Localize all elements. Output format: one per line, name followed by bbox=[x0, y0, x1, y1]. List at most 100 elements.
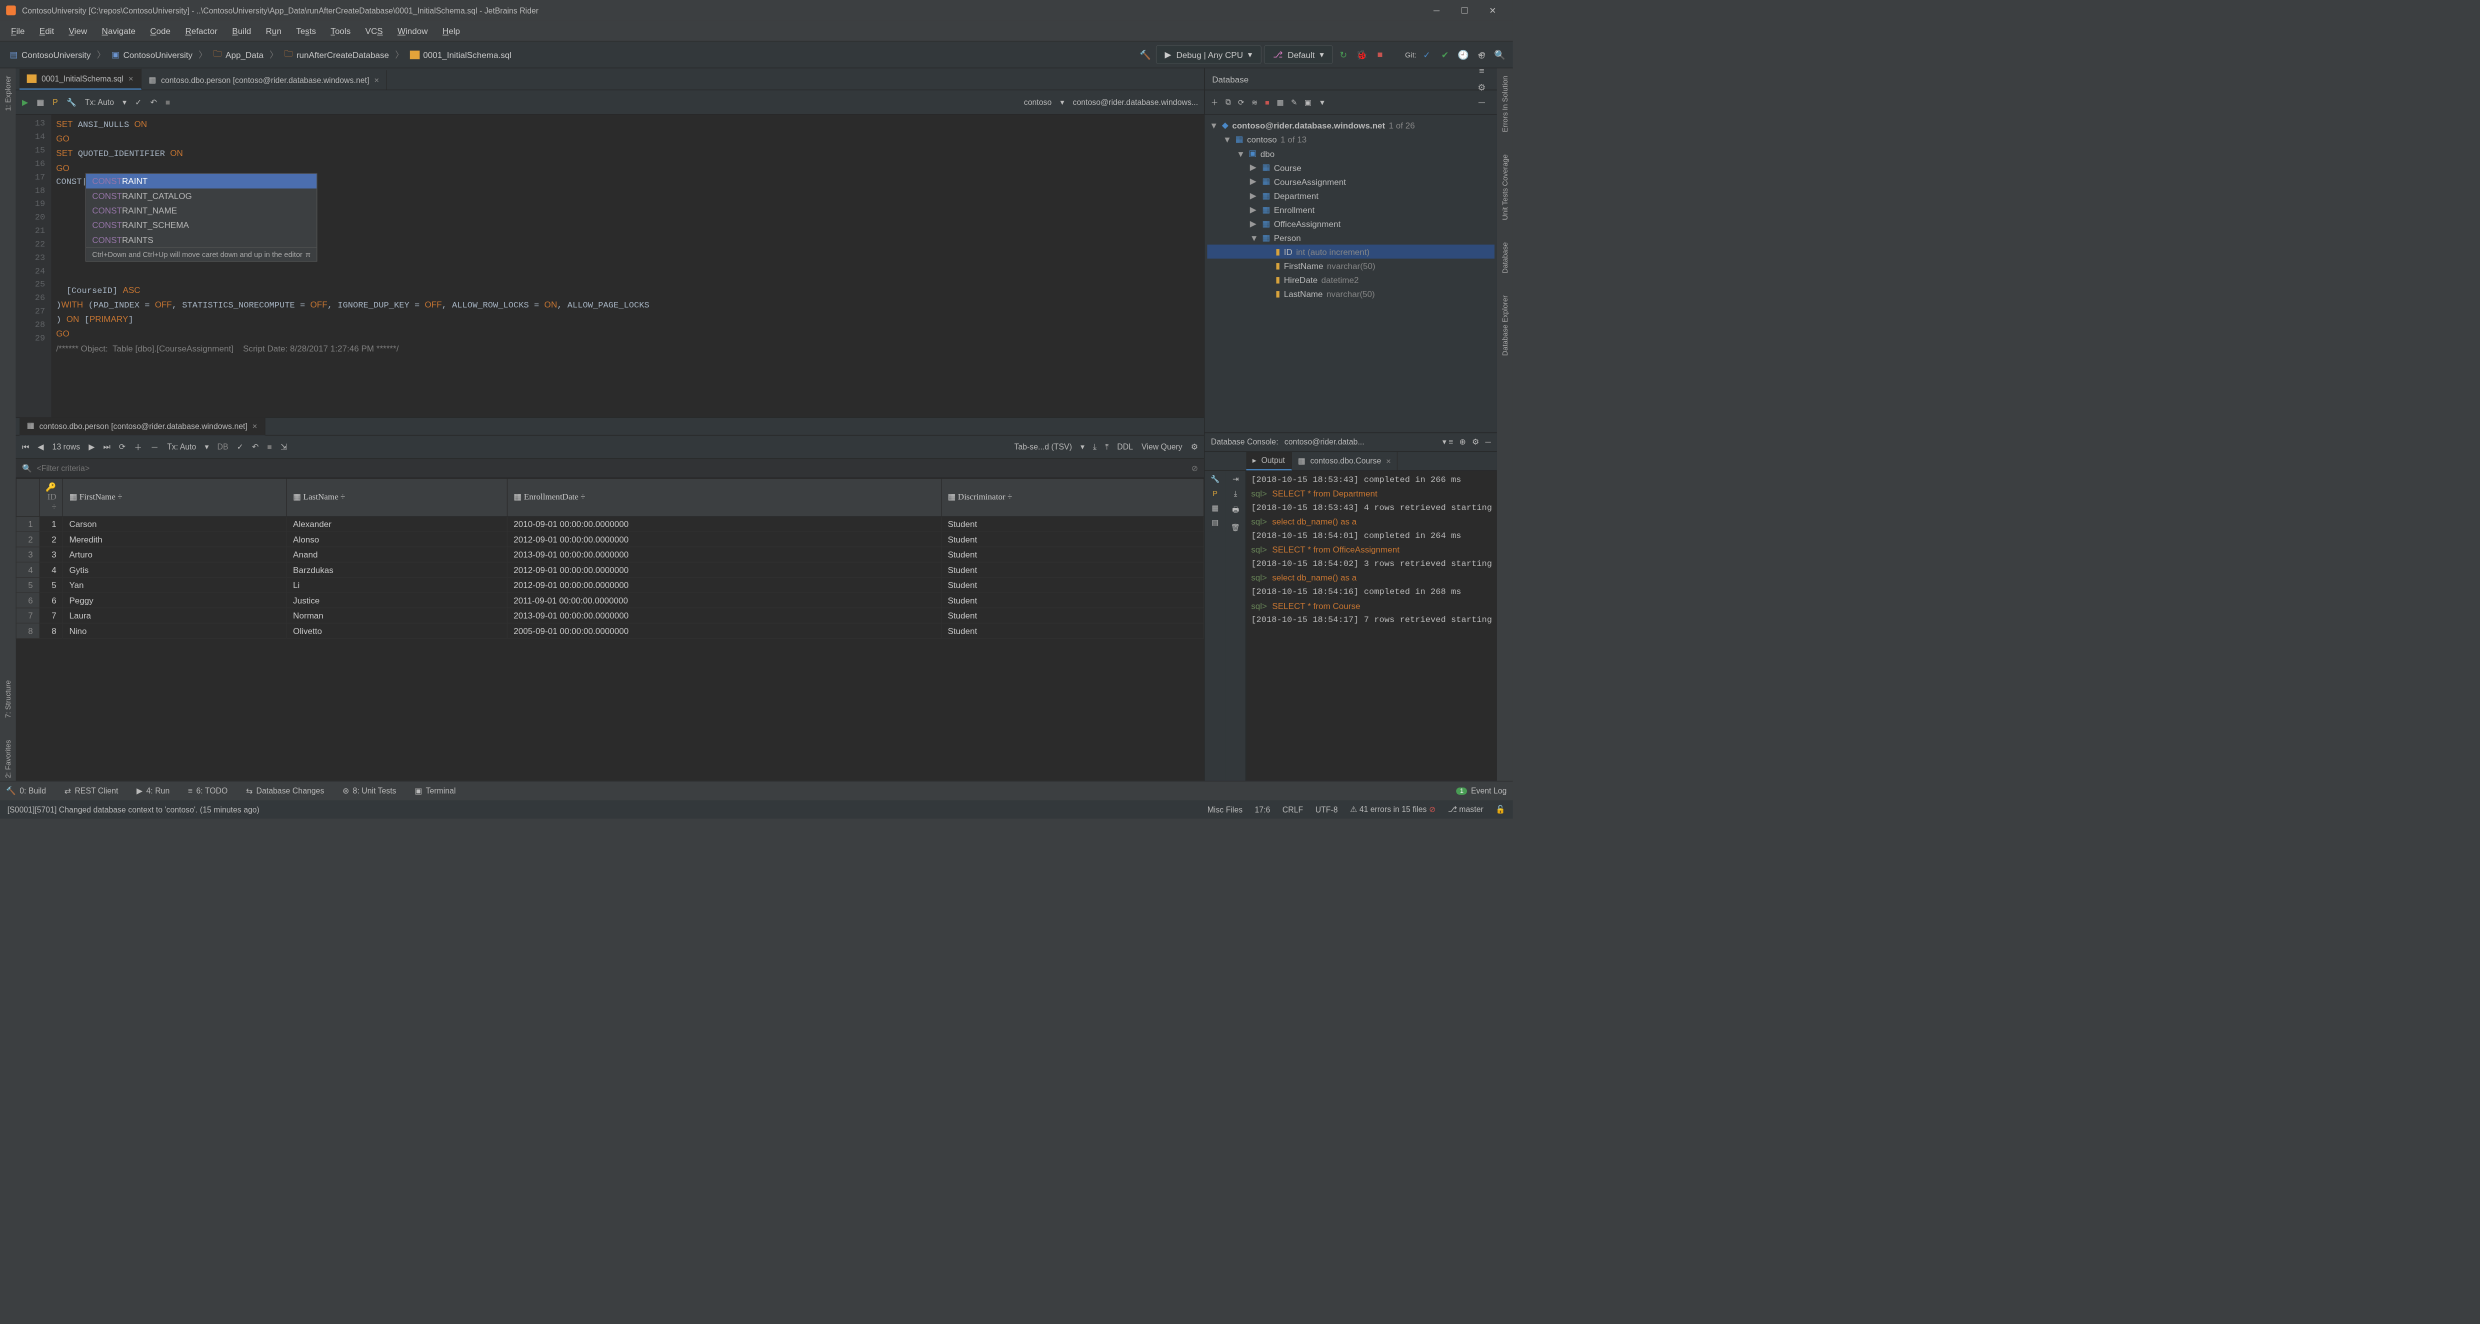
properties-icon[interactable]: P bbox=[1213, 489, 1218, 498]
gear-icon[interactable]: ⚙ bbox=[1472, 437, 1479, 447]
menu-run[interactable]: Run bbox=[258, 22, 288, 39]
commit-icon[interactable]: ✓ bbox=[135, 97, 142, 107]
commit-icon[interactable]: ✓ bbox=[237, 442, 244, 452]
git-update-icon[interactable]: ✓ bbox=[1419, 47, 1435, 63]
menu-edit[interactable]: Edit bbox=[32, 22, 61, 39]
bottom-tab-unittests[interactable]: ⊚ 8: Unit Tests bbox=[342, 786, 396, 796]
status-lock-icon[interactable]: 🔓 bbox=[1496, 805, 1506, 815]
chevron-down-icon[interactable]: ▾ bbox=[123, 97, 127, 107]
menu-navigate[interactable]: Navigate bbox=[94, 22, 142, 39]
status-errors[interactable]: ⚠ 41 errors in 15 files ⊘ bbox=[1350, 805, 1436, 815]
table-view-icon[interactable]: ▦ bbox=[1277, 98, 1284, 107]
reload-button[interactable]: ⟳ bbox=[119, 442, 126, 452]
console-source[interactable]: contoso@rider.datab... bbox=[1284, 437, 1364, 446]
run-button[interactable]: ↻ bbox=[1335, 47, 1351, 63]
bottom-tab-build[interactable]: 🔨 0: Build bbox=[6, 786, 46, 796]
completion-item[interactable]: CONSTRAINT_SCHEMA bbox=[86, 218, 317, 233]
git-commit-icon[interactable]: ✔ bbox=[1437, 47, 1453, 63]
stop-button[interactable]: ■ bbox=[1372, 47, 1388, 63]
tool-errors[interactable]: Errors In Solution bbox=[1498, 73, 1511, 134]
close-button[interactable]: ✕ bbox=[1479, 0, 1507, 21]
output-icon[interactable]: ▤ bbox=[1212, 518, 1219, 527]
ddl-button[interactable]: DDL bbox=[1117, 442, 1133, 451]
explain-plan-icon[interactable]: ▦ bbox=[37, 97, 45, 107]
breadcrumb[interactable]: ▤ ContosoUniversity〉 ▣ ContosoUniversity… bbox=[5, 45, 516, 65]
tool-database[interactable]: Database bbox=[1498, 239, 1511, 275]
console-output[interactable]: [2018-10-15 18:53:43] completed in 266 m… bbox=[1246, 471, 1497, 781]
search-icon[interactable]: 🔍 bbox=[1492, 47, 1508, 63]
revert-icon[interactable]: ↶ bbox=[252, 442, 259, 452]
settings-icon[interactable]: 🔧 bbox=[66, 97, 76, 107]
maximize-button[interactable]: ☐ bbox=[1451, 0, 1479, 21]
sync-button[interactable]: ⟳ bbox=[1238, 98, 1244, 107]
crumb-level-1[interactable]: ContosoUniversity bbox=[123, 50, 192, 60]
menu-tests[interactable]: Tests bbox=[289, 22, 324, 39]
tool-coverage[interactable]: Unit Tests Coverage bbox=[1498, 152, 1511, 223]
menu-code[interactable]: Code bbox=[143, 22, 178, 39]
menu-refactor[interactable]: Refactor bbox=[178, 22, 225, 39]
menu-view[interactable]: View bbox=[61, 22, 94, 39]
data-grid[interactable]: 🔑 ID ÷▦ FirstName ÷▦ LastName ÷▦ Enrollm… bbox=[16, 478, 1204, 781]
trash-icon[interactable]: 🗑 bbox=[1231, 523, 1240, 532]
collapse-icon[interactable]: ≡ bbox=[1474, 63, 1490, 79]
properties-icon[interactable]: P bbox=[53, 98, 58, 107]
target-config-dropdown[interactable]: ⎇ Default ▾ bbox=[1264, 45, 1333, 64]
filter-icon[interactable]: ≋ bbox=[1252, 98, 1258, 107]
completion-item[interactable]: CONSTRAINT_NAME bbox=[86, 203, 317, 218]
duplicate-button[interactable]: ⧉ bbox=[1225, 98, 1230, 107]
db-commit-icon[interactable]: DB bbox=[217, 442, 228, 451]
remove-row-button[interactable]: － bbox=[151, 441, 159, 453]
menu-window[interactable]: Window bbox=[390, 22, 435, 39]
completion-item[interactable]: CONSTRAINT bbox=[86, 174, 317, 189]
session-dropdown[interactable]: contoso bbox=[1024, 98, 1052, 107]
close-tab-icon[interactable]: × bbox=[374, 75, 379, 85]
export-icon[interactable]: ⇥ bbox=[1232, 474, 1238, 483]
database-tree[interactable]: ▼◆ contoso@rider.database.windows.net 1 … bbox=[1205, 115, 1497, 433]
console-tab-output[interactable]: ▸ Output bbox=[1246, 452, 1291, 470]
crumb-level-2[interactable]: App_Data bbox=[226, 50, 264, 60]
next-page-button[interactable]: ▶ bbox=[89, 442, 95, 452]
tx-mode-dropdown[interactable]: Tx: Auto bbox=[85, 98, 114, 107]
menu-file[interactable]: File bbox=[4, 22, 32, 39]
status-branch[interactable]: ⎇ master bbox=[1448, 805, 1484, 815]
crumb-level-3[interactable]: runAfterCreateDatabase bbox=[296, 50, 389, 60]
bottom-tab-rest[interactable]: ⇄ REST Client bbox=[64, 786, 118, 796]
prev-page-button[interactable]: ◀ bbox=[38, 442, 44, 452]
editor-tab-sql[interactable]: 0001_InitialSchema.sql × bbox=[20, 69, 142, 90]
bottom-tab-dbchanges[interactable]: ⇆ Database Changes bbox=[246, 786, 324, 796]
filter-input[interactable]: <Filter criteria> bbox=[37, 464, 1187, 473]
wrench-icon[interactable]: 🔧 bbox=[1211, 474, 1220, 483]
bottom-tab-todo[interactable]: ≡ 6: TODO bbox=[188, 786, 228, 795]
menu-tools[interactable]: Tools bbox=[323, 22, 358, 39]
last-page-button[interactable]: ⏭ bbox=[103, 442, 110, 452]
completion-item[interactable]: CONSTRAINTS bbox=[86, 232, 317, 247]
status-position[interactable]: 17:6 bbox=[1255, 805, 1270, 814]
jump-to-console-icon[interactable]: ✎ bbox=[1291, 98, 1297, 107]
bottom-tab-run[interactable]: ▶ 4: Run bbox=[136, 786, 169, 796]
chevron-down-icon[interactable]: ▾ bbox=[1081, 442, 1085, 452]
bottom-tab-terminal[interactable]: ▣ Terminal bbox=[415, 786, 456, 796]
chevron-down-icon[interactable]: ▾ ≡ bbox=[1442, 437, 1453, 447]
gear-icon[interactable]: ⚙ bbox=[1191, 442, 1198, 452]
stop-icon[interactable]: ■ bbox=[1265, 98, 1269, 107]
data-filter-icon[interactable]: ▼ bbox=[1319, 98, 1326, 107]
close-tab-icon[interactable]: × bbox=[128, 74, 133, 84]
expand-icon[interactable]: ⊕ bbox=[1459, 437, 1466, 447]
build-hammer-icon[interactable]: 🔨 bbox=[1137, 47, 1153, 63]
status-misc[interactable]: Misc Files bbox=[1207, 805, 1242, 814]
menu-build[interactable]: Build bbox=[225, 22, 259, 39]
open-ddl-icon[interactable]: ▣ bbox=[1304, 98, 1311, 107]
cancel-icon[interactable]: ■ bbox=[267, 442, 272, 451]
debug-button[interactable]: 🐞 bbox=[1354, 47, 1370, 63]
download-icon[interactable]: ⤓ bbox=[1234, 489, 1237, 498]
editor-tab-data[interactable]: ▦ contoso.dbo.person [contoso@rider.data… bbox=[141, 70, 387, 90]
clear-filter-icon[interactable]: ⊘ bbox=[1191, 463, 1198, 473]
data-tx-dropdown[interactable]: Tx: Auto bbox=[167, 442, 196, 451]
tool-explorer[interactable]: 1: Explorer bbox=[1, 73, 14, 113]
compare-icon[interactable]: ⇲ bbox=[281, 442, 288, 452]
chevron-down-icon[interactable]: ▾ bbox=[1060, 97, 1064, 107]
first-page-button[interactable]: ⏮ bbox=[22, 442, 29, 452]
chevron-down-icon[interactable]: ▾ bbox=[205, 442, 209, 452]
hide-icon[interactable]: ─ bbox=[1485, 437, 1491, 446]
completion-item[interactable]: CONSTRAINT_CATALOG bbox=[86, 188, 317, 203]
